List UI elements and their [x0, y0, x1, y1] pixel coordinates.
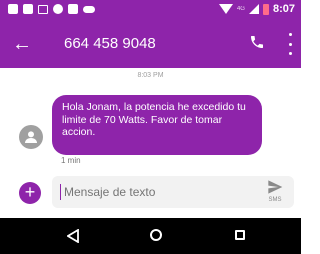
app-bar: ← 664 458 9048	[0, 22, 301, 68]
battery-icon	[262, 3, 269, 15]
nav-back-icon[interactable]	[67, 229, 79, 243]
add-icon[interactable]: +	[19, 182, 41, 204]
text-cursor	[60, 184, 61, 200]
conversation: 8:03 PM Hola Jonam, la potencia he exced…	[0, 68, 301, 180]
more-vert-icon[interactable]	[287, 33, 293, 55]
message-icon	[23, 4, 33, 14]
conversation-timestamp: 8:03 PM	[137, 72, 164, 79]
status-system: 4G 8:07	[218, 3, 295, 15]
message-time: 1 min	[61, 156, 81, 165]
status-bar: 4G 8:07	[0, 0, 301, 22]
notification-icon	[8, 4, 18, 14]
whatsapp-icon	[53, 4, 63, 14]
arrow-back-icon[interactable]: ←	[12, 32, 32, 56]
composer: + SMS	[0, 172, 301, 212]
message-input-wrap: SMS	[52, 176, 294, 208]
send-label: SMS	[268, 197, 282, 203]
chat-icon	[38, 4, 48, 14]
contact-title: 664 458 9048	[64, 35, 156, 52]
voicemail-icon	[83, 5, 95, 13]
nav-recents-icon[interactable]	[235, 230, 245, 240]
status-time: 8:07	[272, 3, 295, 15]
nav-bar	[0, 218, 301, 254]
network-label: 4G	[236, 6, 245, 12]
phone-icon[interactable]	[249, 34, 269, 54]
send-button[interactable]: SMS	[264, 180, 286, 206]
person-icon[interactable]	[19, 125, 43, 149]
message-input[interactable]	[64, 184, 254, 200]
wifi-icon	[218, 4, 233, 14]
tools-icon	[68, 4, 78, 14]
status-notifications	[8, 4, 95, 14]
signal-icon	[248, 4, 259, 14]
message-bubble[interactable]: Hola Jonam, la potencia he excedido tu l…	[52, 95, 262, 155]
nav-home-icon[interactable]	[150, 229, 162, 241]
send-icon	[268, 180, 283, 194]
